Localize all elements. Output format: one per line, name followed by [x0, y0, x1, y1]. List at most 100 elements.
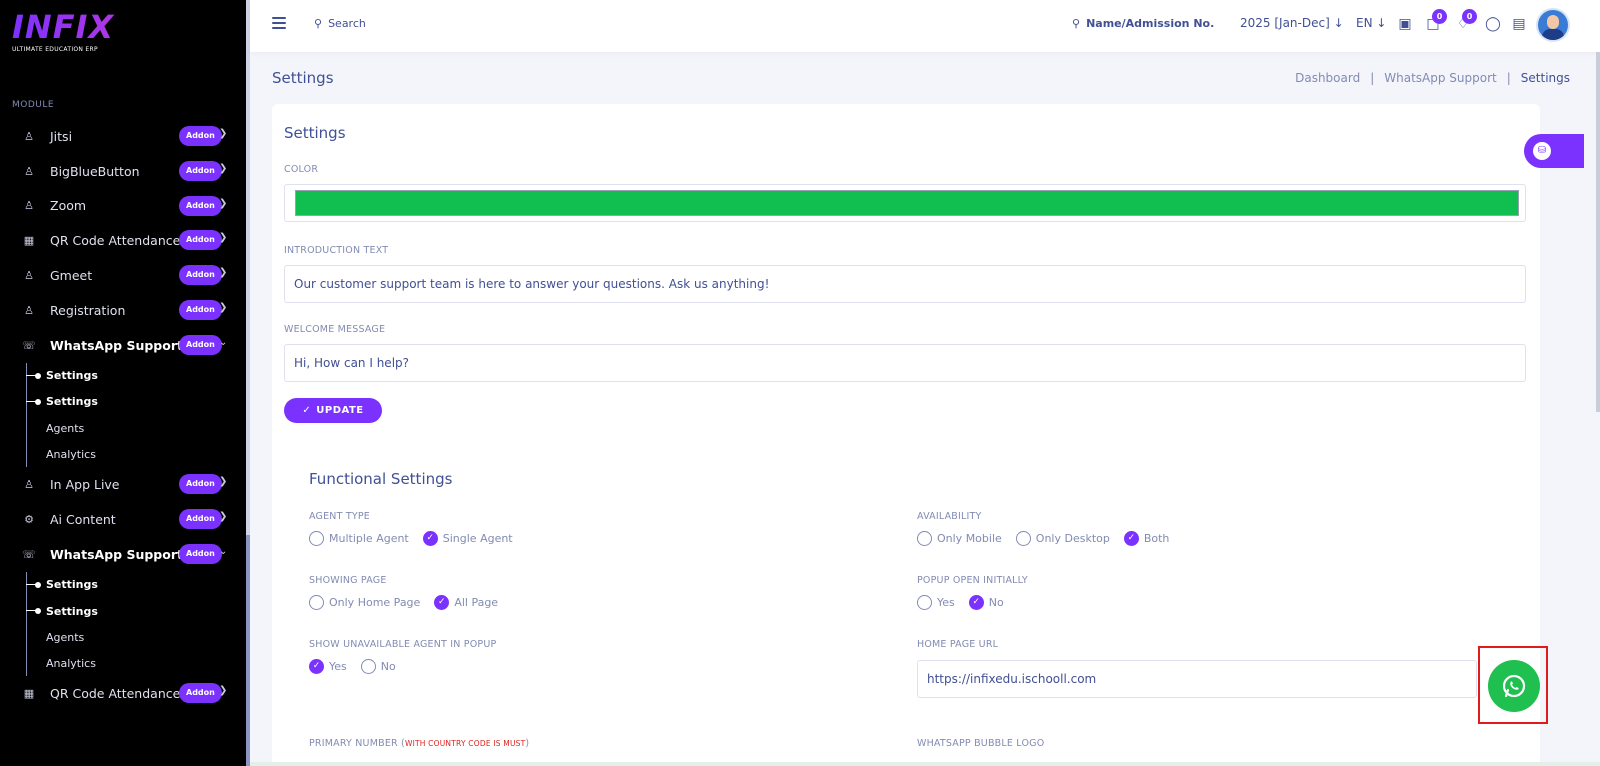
- showing-page-label: SHOWING PAGE: [309, 575, 387, 586]
- radio-button-checked[interactable]: ✓: [968, 595, 984, 610]
- sidebar-item-label: Zoom: [50, 198, 87, 214]
- sidebar-item-gmeet[interactable]: ♙ Gmeet Addon ❯: [0, 258, 246, 293]
- popup-open-no[interactable]: ✓ No: [968, 595, 1004, 610]
- availability-only-mobile[interactable]: Only Mobile: [917, 531, 1002, 546]
- radio-button-checked[interactable]: ✓: [434, 595, 450, 610]
- submenu-label: Settings: [46, 578, 98, 592]
- showing-page-home[interactable]: Only Home Page: [309, 595, 420, 610]
- home-url-field[interactable]: https://infixedu.ischooll.com: [917, 660, 1477, 698]
- globe-icon[interactable]: ◯: [1484, 15, 1502, 33]
- submenu-settings[interactable]: Settings: [0, 597, 246, 625]
- submenu-label: Settings: [46, 604, 98, 618]
- radio-button[interactable]: [309, 595, 324, 610]
- submenu-line: [26, 624, 27, 651]
- show-unavailable-no[interactable]: No: [360, 659, 396, 674]
- showing-page-options: Only Home Page ✓ All Page: [309, 595, 512, 610]
- submenu-settings[interactable]: Settings: [0, 571, 246, 598]
- radio-button[interactable]: [360, 659, 376, 674]
- submenu-analytics[interactable]: Analytics: [0, 650, 246, 677]
- sidebar-item-label: In App Live: [50, 477, 120, 493]
- floating-cart-button[interactable]: ⛁: [1524, 134, 1584, 168]
- sidebar-item-whatsapp-support[interactable]: ☏ WhatsApp Support Addon ⌄: [0, 328, 246, 363]
- bell-icon[interactable]: ♢ 0: [1454, 9, 1477, 33]
- sidebar-scrollbar-thumb[interactable]: [246, 535, 250, 766]
- search-box[interactable]: ⚲ Search: [314, 17, 366, 30]
- color-label: COLOR: [284, 164, 319, 175]
- sidebar: INFIX ULTIMATE EDUCATION ERP MODULE ♙ Ji…: [0, 0, 246, 766]
- radio-button[interactable]: [1015, 531, 1031, 546]
- primary-number-close: ): [525, 738, 530, 749]
- color-picker-field[interactable]: [284, 184, 1526, 222]
- session-selector[interactable]: 2025 [Jan-Dec] ↓: [1240, 16, 1344, 30]
- addon-badge: Addon: [179, 265, 222, 286]
- intro-text-field[interactable]: Our customer support team is here to ans…: [284, 265, 1526, 303]
- sidebar-item-zoom[interactable]: ♙ Zoom Addon ❯: [0, 189, 246, 224]
- session-value: 2025 [Jan-Dec]: [1240, 16, 1330, 30]
- chat-count-badge: 0: [1432, 9, 1447, 24]
- avatar-face: [1547, 15, 1559, 29]
- avatar[interactable]: [1536, 8, 1570, 42]
- chevron-right-icon: ❯: [219, 128, 228, 139]
- showing-page-all[interactable]: ✓ All Page: [434, 595, 498, 610]
- submenu-agents[interactable]: Agents: [0, 624, 246, 651]
- whatsapp-icon: [1502, 674, 1526, 698]
- radio-button-checked[interactable]: ✓: [422, 531, 438, 546]
- primary-number-note: WITH COUNTRY CODE IS MUST: [404, 739, 526, 748]
- sidebar-item-bigbluebutton[interactable]: ♙ BigBlueButton Addon ❯: [0, 154, 246, 189]
- submenu-label: Analytics: [46, 447, 96, 461]
- addon-badge: Addon: [179, 474, 222, 495]
- submenu-settings[interactable]: Settings: [0, 388, 246, 415]
- language-selector[interactable]: EN ↓: [1356, 16, 1386, 30]
- show-unavailable-yes[interactable]: ✓ Yes: [309, 659, 347, 674]
- option-label: Multiple Agent: [329, 532, 409, 545]
- agent-type-single[interactable]: ✓ Single Agent: [422, 531, 513, 546]
- student-search-box[interactable]: ⚲ Name/Admission No.: [1072, 17, 1214, 30]
- addon-badge: Addon: [179, 509, 222, 530]
- sidebar-item-whatsapp-support[interactable]: ☏ WhatsApp Support Addon ⌄: [0, 537, 246, 572]
- brand-logo[interactable]: INFIX ULTIMATE EDUCATION ERP: [12, 10, 162, 53]
- popup-open-yes[interactable]: Yes: [917, 595, 955, 610]
- welcome-message-value: Hi, How can I help?: [294, 356, 410, 370]
- chevron-down-icon: ⌄: [219, 545, 228, 557]
- availability-both[interactable]: ✓ Both: [1123, 531, 1169, 546]
- sidebar-item-in-app-live[interactable]: ♙ In App Live Addon ❯: [0, 467, 246, 502]
- addon-badge: Addon: [179, 683, 222, 704]
- sidebar-item-jitsi[interactable]: ♙ Jitsi Addon ❯: [0, 119, 246, 154]
- radio-button-checked[interactable]: ✓: [309, 659, 324, 674]
- welcome-message-field[interactable]: Hi, How can I help?: [284, 344, 1526, 382]
- submenu-agents[interactable]: Agents: [0, 414, 246, 442]
- radio-button[interactable]: [309, 531, 324, 546]
- chat-icon[interactable]: □ 0: [1424, 9, 1447, 33]
- addon-badge: Addon: [179, 299, 222, 320]
- whatsapp-bubble-button[interactable]: [1488, 660, 1540, 712]
- sidebar-item-qr-code-attendance[interactable]: ▦ QR Code Attendance Addon ❯: [0, 676, 246, 711]
- submenu-settings[interactable]: Settings: [0, 362, 246, 389]
- chart-icon[interactable]: ▤: [1510, 15, 1528, 33]
- menu-toggle-icon[interactable]: [272, 17, 286, 29]
- home-url-value: https://infixedu.ischooll.com: [927, 672, 1097, 686]
- update-button[interactable]: ✓ UPDATE: [284, 398, 382, 423]
- sidebar-item-qr-code-attendance[interactable]: ▦ QR Code Attendance Addon ❯: [0, 223, 246, 258]
- breadcrumb-dashboard[interactable]: Dashboard: [1295, 71, 1360, 85]
- robot-icon[interactable]: ▣: [1396, 15, 1414, 33]
- availability-only-desktop[interactable]: Only Desktop: [1015, 531, 1110, 546]
- show-unavailable-options: ✓ Yes No: [309, 659, 410, 674]
- sidebar-item-ai-content[interactable]: ⚙ Ai Content Addon ❯: [0, 502, 246, 537]
- person-icon: ♙: [24, 199, 34, 213]
- submenu-dot: [35, 581, 41, 588]
- sidebar-item-registration[interactable]: ♙ Registration Addon ❯: [0, 293, 246, 328]
- popup-open-options: Yes ✓ No: [917, 595, 1018, 610]
- sidebar-item-label: WhatsApp Support: [50, 337, 183, 353]
- agent-type-multiple[interactable]: Multiple Agent: [309, 531, 409, 546]
- breadcrumb-separator: |: [1370, 71, 1375, 85]
- radio-button-checked[interactable]: ✓: [1123, 531, 1139, 546]
- submenu-line: [26, 441, 27, 468]
- submenu-analytics[interactable]: Analytics: [0, 441, 246, 468]
- page-scrollbar[interactable]: [1596, 52, 1600, 412]
- radio-button[interactable]: [917, 595, 932, 610]
- logo-text: INFIX: [12, 10, 162, 44]
- availability-label: AVAILABILITY: [917, 511, 982, 522]
- color-swatch[interactable]: [295, 190, 1519, 216]
- breadcrumb-whatsapp-support[interactable]: WhatsApp Support: [1384, 71, 1496, 85]
- radio-button[interactable]: [917, 531, 932, 546]
